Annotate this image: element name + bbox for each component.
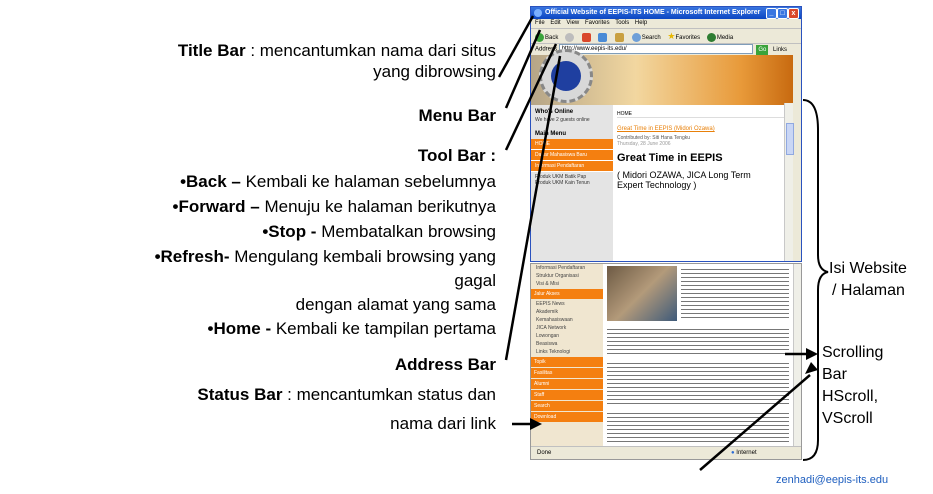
isi-website-brace xyxy=(802,99,829,461)
tool-bar-pointer xyxy=(504,43,558,151)
annotation-lines xyxy=(497,15,829,471)
status-arrowhead xyxy=(530,418,542,430)
address-bar-pointer xyxy=(504,55,562,361)
vscroll-arrowhead xyxy=(806,348,818,360)
title-bar-pointer xyxy=(497,15,535,78)
hscroll-pointer xyxy=(699,374,811,471)
hscroll-arrowhead xyxy=(805,362,818,374)
menu-bar-pointer xyxy=(504,29,542,109)
